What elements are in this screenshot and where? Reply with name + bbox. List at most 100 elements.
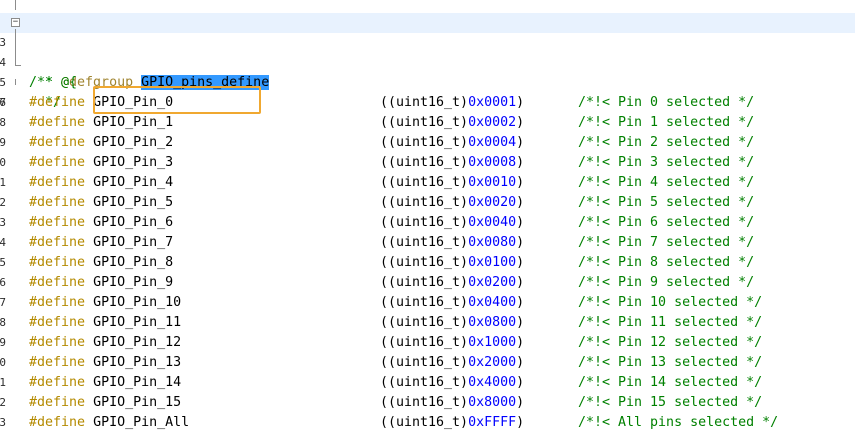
macro-value: ((uint16_t)0x0001) <box>380 93 524 113</box>
fold-collapse-icon[interactable] <box>11 18 20 27</box>
define-line[interactable]: 3 #define GPIO_Pin_6 ((uint16_t)0x0040) /*!… <box>0 213 855 233</box>
define-line[interactable]: 2 #define GPIO_Pin_5 ((uint16_t)0x0020) /*!… <box>0 193 855 213</box>
line-number: 1 <box>0 176 6 189</box>
macro-value: ((uint16_t)0x0040) <box>380 213 524 233</box>
macro-name: GPIO_Pin_4 <box>93 175 174 190</box>
macro-value: ((uint16_t)0x0020) <box>380 193 524 213</box>
line-number: 8 <box>0 116 6 129</box>
inline-comment: /*!< Pin 6 selected */ <box>578 215 755 230</box>
define-keyword: #define <box>29 215 86 230</box>
code-editor[interactable]: 2 3 /** @defgroup GPIO_pins_define 4 * @… <box>0 0 855 446</box>
define-line[interactable]: 1 #define GPIO_Pin_14 ((uint16_t)0x4000) /*… <box>0 373 855 393</box>
define-directive: #define GPIO_Pin_1 <box>29 113 173 133</box>
line-number: 3 <box>0 416 6 429</box>
define-line[interactable]: 9 #define GPIO_Pin_2 ((uint16_t)0x0004) /*!… <box>0 133 855 153</box>
line-number: 6 <box>0 276 6 289</box>
macro-value: ((uint16_t)0x1000) <box>380 333 524 353</box>
define-directive: #define GPIO_Pin_5 <box>29 193 173 213</box>
define-directive: #define GPIO_Pin_10 <box>29 293 181 313</box>
close-paren: ) <box>516 415 525 430</box>
hex-value: 0x0080 <box>468 235 517 250</box>
close-paren: ) <box>516 335 525 350</box>
line-number: 9 <box>0 136 6 149</box>
type-cast: ((uint16_t) <box>380 395 469 410</box>
macro-value: ((uint16_t)0x0800) <box>380 313 524 333</box>
hex-value: 0x2000 <box>468 355 517 370</box>
macro-value: ((uint16_t)0xFFFF) <box>380 413 524 433</box>
inline-comment: /*!< Pin 9 selected */ <box>578 275 755 290</box>
define-keyword: #define <box>29 415 86 430</box>
define-line[interactable]: 9 #define GPIO_Pin_12 ((uint16_t)0x1000) /*… <box>0 333 855 353</box>
inline-comment: /*!< Pin 12 selected */ <box>578 335 763 350</box>
type-cast: ((uint16_t) <box>380 315 469 330</box>
macro-name: GPIO_Pin_2 <box>93 135 174 150</box>
define-line[interactable]: 8 #define GPIO_Pin_11 ((uint16_t)0x0800) /*… <box>0 313 855 333</box>
line-number: 0 <box>0 356 6 369</box>
line-number: 3 <box>0 216 6 229</box>
code-line[interactable]: 4 * @{ <box>0 33 855 90</box>
define-line[interactable]: 3 #define GPIO_Pin_All ((uint16_t)0xFFFF) /… <box>0 413 855 433</box>
hex-value: 0x0200 <box>468 275 517 290</box>
close-paren: ) <box>516 115 525 130</box>
type-cast: ((uint16_t) <box>380 135 469 150</box>
macro-value: ((uint16_t)0x0004) <box>380 133 524 153</box>
type-cast: ((uint16_t) <box>380 415 469 430</box>
type-cast: ((uint16_t) <box>380 195 469 210</box>
line-number: 0 <box>0 156 6 169</box>
line-number: 8 <box>0 316 6 329</box>
define-line[interactable]: 0 #define GPIO_Pin_3 ((uint16_t)0x0008) /*!… <box>0 153 855 173</box>
define-line[interactable]: 7 #define GPIO_Pin_10 ((uint16_t)0x0400) /*… <box>0 293 855 313</box>
code-line[interactable]: 5 */ <box>0 53 855 110</box>
define-keyword: #define <box>29 375 86 390</box>
close-paren: ) <box>516 135 525 150</box>
macro-name: GPIO_Pin_14 <box>93 375 182 390</box>
code-line[interactable]: 2 <box>0 0 855 26</box>
line-number: 5 <box>0 256 6 269</box>
type-cast: ((uint16_t) <box>380 275 469 290</box>
macro-name: GPIO_Pin_6 <box>93 215 174 230</box>
define-line[interactable]: 1 #define GPIO_Pin_4 ((uint16_t)0x0010) /*!… <box>0 173 855 193</box>
hex-value: 0x0001 <box>468 95 517 110</box>
define-line[interactable]: 8 #define GPIO_Pin_1 ((uint16_t)0x0002) /*!… <box>0 113 855 133</box>
define-directive: #define GPIO_Pin_4 <box>29 173 173 193</box>
type-cast: ((uint16_t) <box>380 115 469 130</box>
type-cast: ((uint16_t) <box>380 235 469 250</box>
hex-value: 0x0100 <box>468 255 517 270</box>
define-line[interactable]: 0 #define GPIO_Pin_13 ((uint16_t)0x2000) /*… <box>0 353 855 373</box>
close-paren: ) <box>516 95 525 110</box>
define-keyword: #define <box>29 315 86 330</box>
code-line-current[interactable]: 3 /** @defgroup GPIO_pins_define <box>0 13 855 90</box>
define-line[interactable]: 4 #define GPIO_Pin_7 ((uint16_t)0x0080) /*!… <box>0 233 855 253</box>
define-keyword: #define <box>29 395 86 410</box>
define-keyword: #define <box>29 95 86 110</box>
inline-comment: /*!< Pin 13 selected */ <box>578 355 763 370</box>
close-paren: ) <box>516 255 525 270</box>
define-directive: #define GPIO_Pin_13 <box>29 353 181 373</box>
type-cast: ((uint16_t) <box>380 95 469 110</box>
inline-comment: /*!< Pin 5 selected */ <box>578 195 755 210</box>
macro-name: GPIO_Pin_1 <box>93 115 174 130</box>
macro-name: GPIO_Pin_10 <box>93 295 182 310</box>
close-paren: ) <box>516 315 525 330</box>
fold-guide <box>15 79 16 85</box>
define-directive: #define GPIO_Pin_9 <box>29 273 173 293</box>
macro-name: GPIO_Pin_All <box>93 415 190 430</box>
macro-name: GPIO_Pin_11 <box>93 315 182 330</box>
hex-value: 0x0040 <box>468 215 517 230</box>
define-line[interactable]: 2 #define GPIO_Pin_15 ((uint16_t)0x8000) /*… <box>0 393 855 413</box>
line-number: 1 <box>0 376 6 389</box>
macro-name: GPIO_Pin_13 <box>93 355 182 370</box>
close-paren: ) <box>516 195 525 210</box>
line-number: 7 <box>0 296 6 309</box>
define-line[interactable]: 6 #define GPIO_Pin_9 ((uint16_t)0x0200) /*!… <box>0 273 855 293</box>
inline-comment: /*!< Pin 14 selected */ <box>578 375 763 390</box>
macro-name: GPIO_Pin_8 <box>93 255 174 270</box>
close-paren: ) <box>516 275 525 290</box>
type-cast: ((uint16_t) <box>380 355 469 370</box>
type-cast: ((uint16_t) <box>380 295 469 310</box>
define-line[interactable]: 5 #define GPIO_Pin_8 ((uint16_t)0x0100) /*!… <box>0 253 855 273</box>
hex-value: 0x1000 <box>468 335 517 350</box>
close-paren: ) <box>516 155 525 170</box>
macro-value: ((uint16_t)0x0010) <box>380 173 524 193</box>
define-keyword: #define <box>29 275 86 290</box>
